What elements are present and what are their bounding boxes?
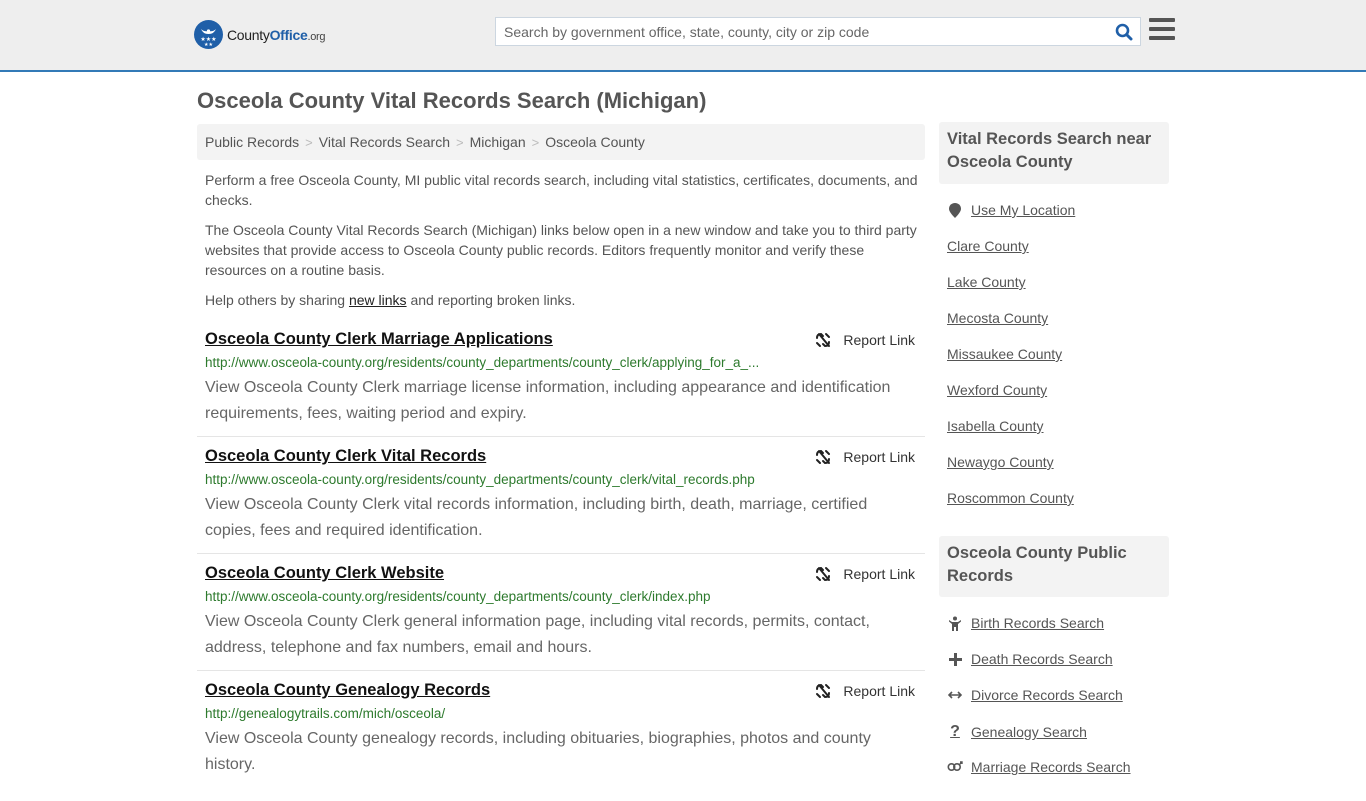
question-icon: ? bbox=[950, 723, 960, 740]
nearby-county-link[interactable]: Newaygo County bbox=[947, 454, 1054, 470]
site-header: ★★★ ★★ CountyOffice.org bbox=[0, 0, 1366, 72]
share-paragraph: Help others by sharing new links and rep… bbox=[205, 292, 576, 308]
result-url: http://www.osceola-county.org/residents/… bbox=[205, 472, 755, 487]
result-item: Osceola County Clerk Marriage Applicatio… bbox=[197, 330, 925, 437]
breadcrumb-vital-records-search[interactable]: Vital Records Search bbox=[319, 134, 450, 150]
divorce-records-link[interactable]: Divorce Records Search bbox=[947, 687, 1123, 703]
disclaimer-paragraph: The Osceola County Vital Records Search … bbox=[205, 222, 917, 278]
nearby-heading: Vital Records Search near Osceola County bbox=[939, 122, 1169, 184]
report-link-button[interactable]: Report Link bbox=[815, 683, 915, 699]
child-icon bbox=[947, 616, 963, 631]
death-records-link[interactable]: Death Records Search bbox=[947, 651, 1113, 667]
gender-icon bbox=[947, 761, 963, 773]
breadcrumb-osceola-county[interactable]: Osceola County bbox=[545, 134, 645, 150]
nearby-county-link[interactable]: Missaukee County bbox=[947, 346, 1062, 362]
genealogy-search-link[interactable]: ? Genealogy Search bbox=[947, 723, 1087, 741]
result-url: http://www.osceola-county.org/residents/… bbox=[205, 589, 711, 604]
public-records-heading: Osceola County Public Records bbox=[939, 536, 1169, 597]
logo-wordmark: CountyOffice.org bbox=[227, 26, 326, 43]
nearby-county-link[interactable]: Wexford County bbox=[947, 382, 1047, 398]
breadcrumb-michigan[interactable]: Michigan bbox=[470, 134, 526, 150]
breadcrumb-separator: > bbox=[305, 134, 313, 150]
search-button[interactable] bbox=[1108, 18, 1140, 45]
search-icon bbox=[1115, 23, 1133, 40]
result-description: View Osceola County Clerk general inform… bbox=[205, 613, 870, 656]
result-url: http://genealogytrails.com/mich/osceola/ bbox=[205, 706, 446, 721]
svg-text:★★: ★★ bbox=[204, 42, 213, 48]
plus-icon bbox=[947, 652, 963, 666]
report-link-button[interactable]: Report Link bbox=[815, 566, 915, 582]
result-title-link[interactable]: Osceola County Clerk Marriage Applicatio… bbox=[205, 330, 553, 349]
marriage-records-link[interactable]: Marriage Records Search bbox=[947, 759, 1131, 775]
search-input[interactable] bbox=[496, 18, 1108, 45]
map-marker-icon bbox=[947, 202, 963, 218]
report-link-button[interactable]: Report Link bbox=[815, 449, 915, 465]
intro-paragraph: Perform a free Osceola County, MI public… bbox=[205, 172, 918, 208]
result-title-link[interactable]: Osceola County Genealogy Records bbox=[205, 681, 490, 700]
birth-records-link[interactable]: Birth Records Search bbox=[947, 615, 1104, 631]
broken-link-icon bbox=[816, 566, 831, 582]
result-url: http://www.osceola-county.org/residents/… bbox=[205, 355, 760, 370]
broken-link-icon bbox=[816, 332, 831, 348]
eagle-stars-logo-icon: ★★★ ★★ bbox=[194, 20, 223, 49]
result-description: View Osceola County Clerk marriage licen… bbox=[205, 379, 891, 422]
search-bar bbox=[495, 17, 1141, 46]
result-description: View Osceola County Clerk vital records … bbox=[205, 496, 868, 539]
result-title-link[interactable]: Osceola County Clerk Website bbox=[205, 564, 444, 583]
site-logo[interactable]: ★★★ ★★ CountyOffice.org bbox=[194, 20, 326, 49]
breadcrumb-separator: > bbox=[456, 134, 464, 150]
breadcrumb: Public Records > Vital Records Search > … bbox=[197, 124, 925, 160]
result-item: Osceola County Clerk Vital Records Repor… bbox=[197, 447, 925, 554]
result-title-link[interactable]: Osceola County Clerk Vital Records bbox=[205, 447, 486, 466]
new-links-link[interactable]: new links bbox=[349, 292, 407, 308]
report-link-button[interactable]: Report Link bbox=[815, 332, 915, 348]
nearby-county-link[interactable]: Isabella County bbox=[947, 418, 1044, 434]
result-item: Osceola County Genealogy Records Report … bbox=[197, 681, 925, 801]
result-description: View Osceola County genealogy records, i… bbox=[205, 730, 871, 773]
broken-link-icon bbox=[816, 449, 831, 465]
page-title: Osceola County Vital Records Search (Mic… bbox=[197, 88, 707, 113]
breadcrumb-separator: > bbox=[531, 134, 540, 150]
nearby-county-link[interactable]: Roscommon County bbox=[947, 490, 1074, 506]
nearby-county-link[interactable]: Mecosta County bbox=[947, 310, 1048, 326]
use-my-location-link[interactable]: Use My Location bbox=[947, 202, 1075, 218]
broken-link-icon bbox=[816, 683, 831, 699]
hamburger-menu-icon[interactable] bbox=[1149, 18, 1175, 42]
arrows-horizontal-icon bbox=[947, 690, 963, 700]
nearby-county-link[interactable]: Lake County bbox=[947, 274, 1026, 290]
breadcrumb-public-records[interactable]: Public Records bbox=[205, 134, 299, 150]
result-item: Osceola County Clerk Website Report Link… bbox=[197, 564, 925, 671]
nearby-county-link[interactable]: Clare County bbox=[947, 238, 1029, 254]
